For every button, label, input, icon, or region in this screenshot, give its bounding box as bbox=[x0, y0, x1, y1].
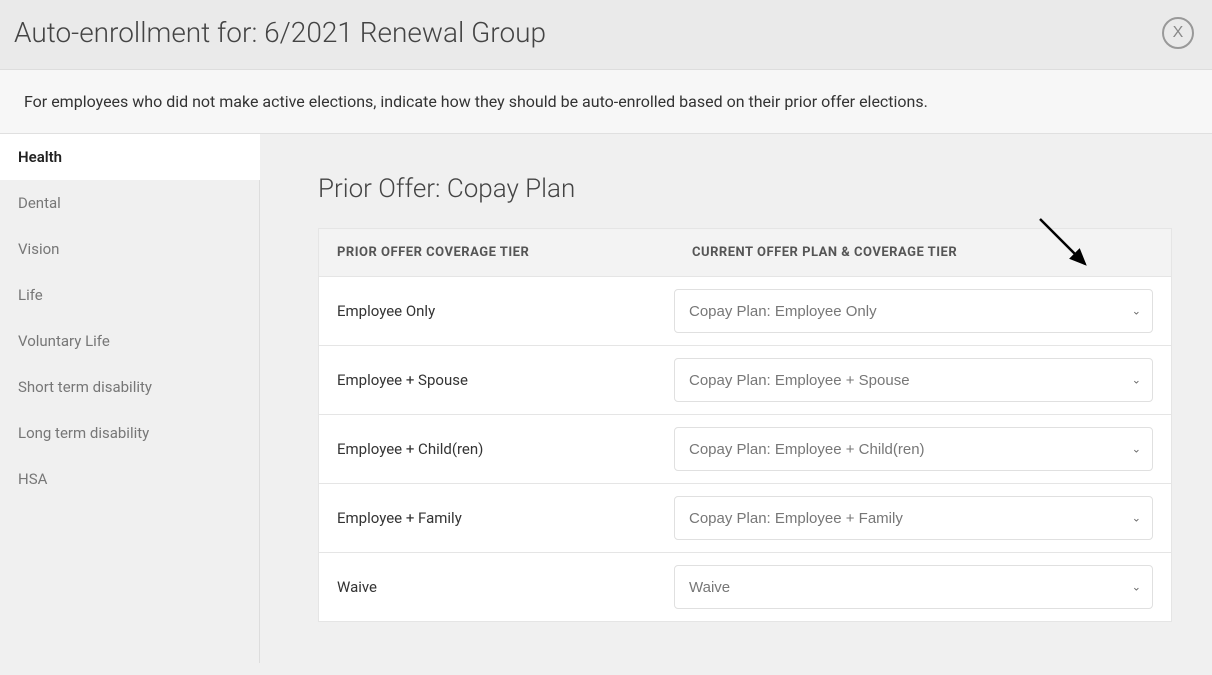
sidebar-item-life[interactable]: Life bbox=[0, 272, 259, 318]
description-text: For employees who did not make active el… bbox=[0, 70, 1212, 134]
current-plan-cell: Waive ⌄ bbox=[674, 553, 1171, 621]
sidebar-item-label: Long term disability bbox=[18, 424, 149, 442]
current-plan-cell: Copay Plan: Employee + Child(ren) ⌄ bbox=[674, 415, 1171, 483]
current-plan-select[interactable]: Waive bbox=[674, 565, 1153, 609]
sidebar-item-label: Life bbox=[18, 286, 43, 304]
sidebar-item-long-term-disability[interactable]: Long term disability bbox=[0, 410, 259, 456]
column-header-prior: PRIOR OFFER COVERAGE TIER bbox=[319, 229, 674, 276]
sidebar-item-label: HSA bbox=[18, 470, 47, 488]
sidebar-item-label: Short term disability bbox=[18, 378, 152, 396]
table-row: Employee + Child(ren) Copay Plan: Employ… bbox=[319, 415, 1171, 484]
sidebar-item-vision[interactable]: Vision bbox=[0, 226, 259, 272]
sidebar-item-label: Dental bbox=[18, 194, 61, 212]
page-title: Auto-enrollment for: 6/2021 Renewal Grou… bbox=[14, 16, 546, 49]
sidebar-item-hsa[interactable]: HSA bbox=[0, 456, 259, 502]
sidebar-item-label: Voluntary Life bbox=[18, 332, 110, 350]
table-row: Employee Only Copay Plan: Employee Only … bbox=[319, 277, 1171, 346]
sidebar-item-label: Vision bbox=[18, 240, 59, 258]
prior-tier-label: Employee Only bbox=[319, 284, 674, 338]
current-plan-select[interactable]: Copay Plan: Employee + Family bbox=[674, 496, 1153, 540]
main-content: Prior Offer: Copay Plan PRIOR OFFER COVE… bbox=[260, 134, 1212, 663]
current-plan-select[interactable]: Copay Plan: Employee Only bbox=[674, 289, 1153, 333]
sidebar-item-short-term-disability[interactable]: Short term disability bbox=[0, 364, 259, 410]
sidebar-item-health[interactable]: Health bbox=[0, 134, 260, 180]
content-area: Health Dental Vision Life Voluntary Life… bbox=[0, 134, 1212, 663]
prior-tier-label: Employee + Spouse bbox=[319, 353, 674, 407]
current-plan-cell: Copay Plan: Employee + Spouse ⌄ bbox=[674, 346, 1171, 414]
close-icon: X bbox=[1173, 24, 1184, 42]
modal-header: Auto-enrollment for: 6/2021 Renewal Grou… bbox=[0, 0, 1212, 70]
sidebar-item-label: Health bbox=[18, 148, 62, 166]
table-row: Waive Waive ⌄ bbox=[319, 553, 1171, 621]
table-header-row: PRIOR OFFER COVERAGE TIER CURRENT OFFER … bbox=[319, 229, 1171, 277]
current-plan-cell: Copay Plan: Employee + Family ⌄ bbox=[674, 484, 1171, 552]
sidebar-item-dental[interactable]: Dental bbox=[0, 180, 259, 226]
table-row: Employee + Family Copay Plan: Employee +… bbox=[319, 484, 1171, 553]
current-plan-select[interactable]: Copay Plan: Employee + Child(ren) bbox=[674, 427, 1153, 471]
close-button[interactable]: X bbox=[1162, 17, 1194, 49]
prior-tier-label: Waive bbox=[319, 560, 674, 614]
prior-tier-label: Employee + Family bbox=[319, 491, 674, 545]
prior-offer-heading: Prior Offer: Copay Plan bbox=[318, 174, 1172, 204]
sidebar: Health Dental Vision Life Voluntary Life… bbox=[0, 134, 260, 663]
sidebar-item-voluntary-life[interactable]: Voluntary Life bbox=[0, 318, 259, 364]
current-plan-select[interactable]: Copay Plan: Employee + Spouse bbox=[674, 358, 1153, 402]
prior-tier-label: Employee + Child(ren) bbox=[319, 422, 674, 476]
coverage-table: PRIOR OFFER COVERAGE TIER CURRENT OFFER … bbox=[318, 228, 1172, 622]
current-plan-cell: Copay Plan: Employee Only ⌄ bbox=[674, 277, 1171, 345]
table-row: Employee + Spouse Copay Plan: Employee +… bbox=[319, 346, 1171, 415]
column-header-current: CURRENT OFFER PLAN & COVERAGE TIER bbox=[674, 229, 1171, 276]
